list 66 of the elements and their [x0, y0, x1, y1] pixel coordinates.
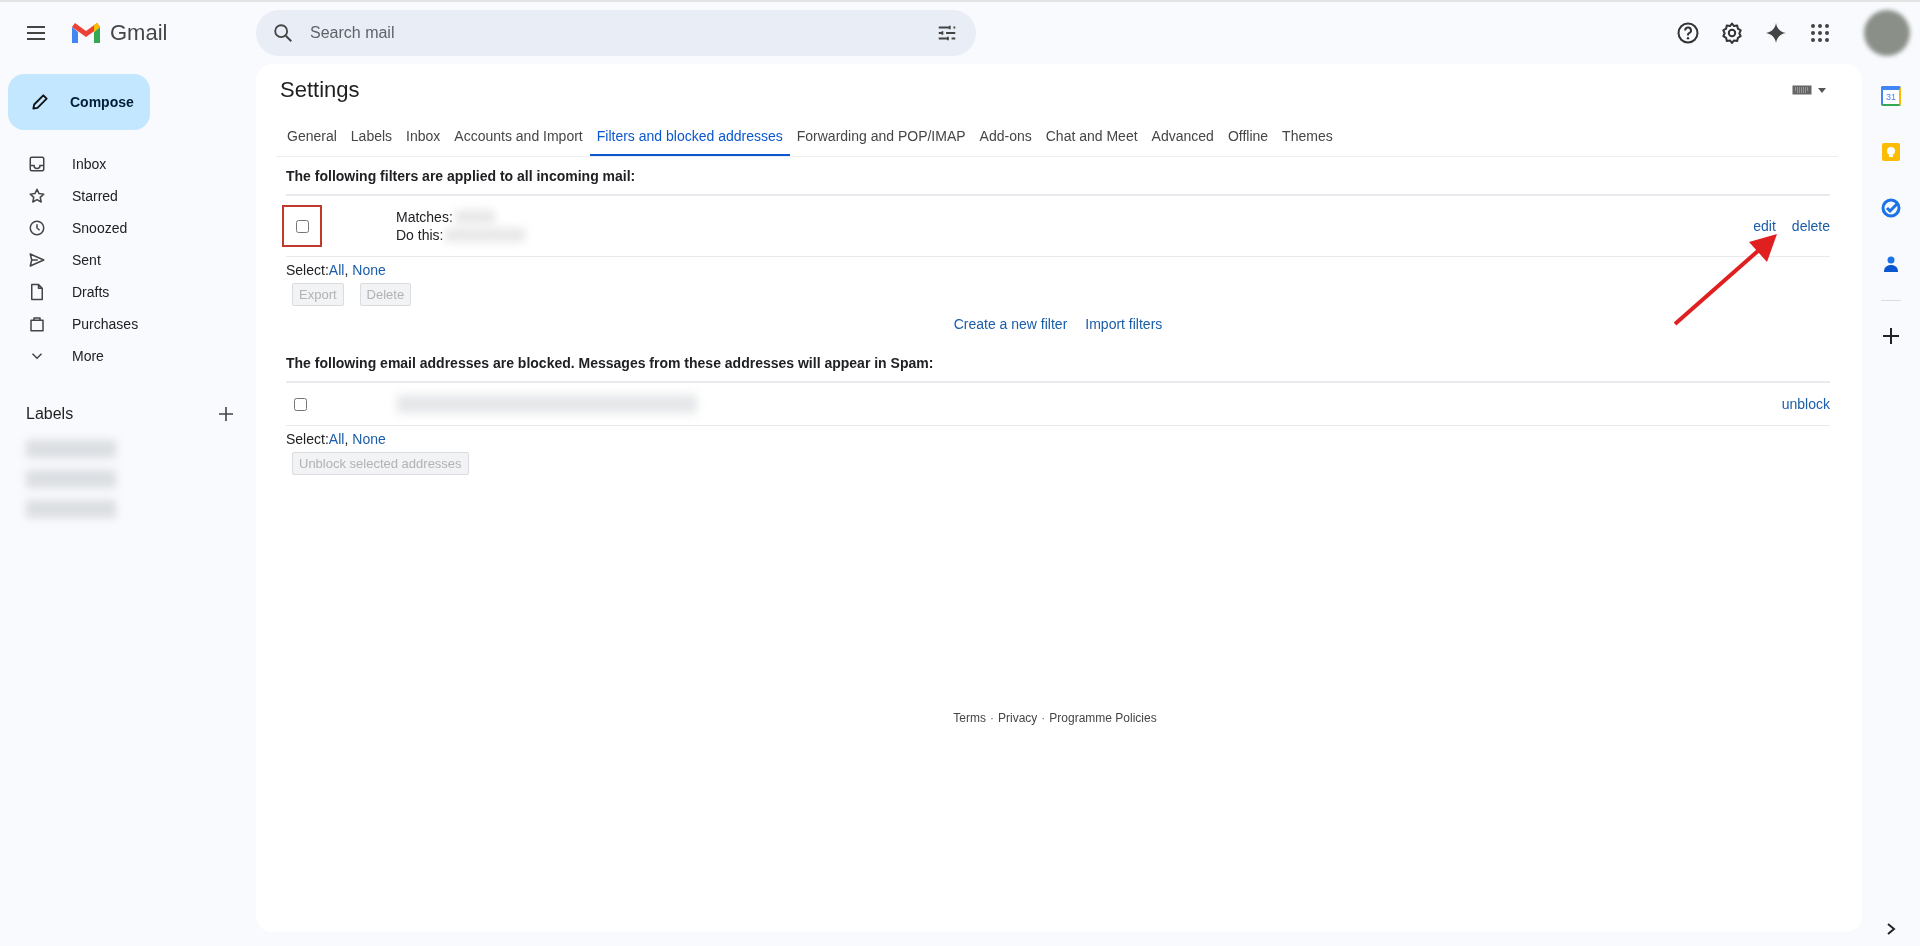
- pencil-icon: [30, 92, 50, 112]
- footer-link[interactable]: Programme Policies: [1049, 711, 1157, 725]
- labels-heading: Labels: [26, 405, 74, 423]
- settings-tab[interactable]: General: [280, 116, 344, 156]
- search-icon[interactable]: [272, 22, 294, 44]
- select-label: Select:: [286, 262, 329, 278]
- nav-item[interactable]: More: [0, 340, 240, 372]
- settings-tab[interactable]: Filters and blocked addresses: [589, 116, 790, 156]
- file-icon: [28, 283, 46, 301]
- matches-label: Matches:: [396, 209, 453, 225]
- app-name: Gmail: [110, 20, 168, 46]
- mail-logo-icon[interactable]: [70, 21, 102, 45]
- address-checkbox[interactable]: [294, 397, 307, 411]
- settings-tab[interactable]: Chat and Meet: [1038, 116, 1145, 156]
- send-icon: [28, 251, 46, 269]
- nav-item[interactable]: Inbox: [0, 148, 240, 180]
- section-heading: The following filters are applied to all incoming mail:: [286, 157, 1830, 196]
- chevron-right-icon[interactable]: [1885, 922, 1897, 936]
- plus-icon[interactable]: [1882, 327, 1900, 345]
- nav-item[interactable]: Starred: [0, 180, 240, 212]
- nav-item[interactable]: Sent: [0, 244, 240, 276]
- person-icon[interactable]: [1881, 254, 1901, 274]
- delete-link[interactable]: delete: [1791, 218, 1830, 234]
- calendar-icon[interactable]: 31: [1881, 86, 1901, 106]
- settings-tab[interactable]: Advanced: [1144, 116, 1221, 156]
- help-icon[interactable]: [1676, 21, 1700, 45]
- comma-separator: ,: [344, 431, 349, 447]
- select-label: Select:: [286, 431, 329, 447]
- clock-icon: [28, 219, 46, 237]
- apps-grid-icon[interactable]: [1808, 21, 1832, 45]
- shopping-bag-icon: [28, 315, 46, 333]
- nav-item[interactable]: Purchases: [0, 308, 240, 340]
- unblock-link[interactable]: unblock: [1781, 396, 1830, 412]
- search-field[interactable]: Search mail: [308, 23, 922, 43]
- nav-item[interactable]: Snoozed: [0, 212, 240, 244]
- caret-icon[interactable]: [1818, 87, 1826, 93]
- settings-tab[interactable]: Themes: [1275, 116, 1340, 156]
- settings-tab[interactable]: Accounts and Import: [447, 116, 590, 156]
- action-label: Do this:: [396, 227, 444, 243]
- select-none-link[interactable]: None: [352, 262, 386, 278]
- footer-separator: ·: [989, 711, 994, 725]
- filter-checkbox[interactable]: [295, 219, 309, 233]
- select-none-link[interactable]: None: [352, 431, 386, 447]
- search-bar[interactable]: Search mail: [256, 10, 976, 56]
- settings-tab[interactable]: Offline: [1220, 116, 1276, 156]
- nav-item[interactable]: Drafts: [0, 276, 240, 308]
- section-heading: The following email addresses are blocked. Messages from these addresses will appear in Spam:: [286, 344, 1830, 383]
- settings-tab[interactable]: Inbox: [399, 116, 448, 156]
- comma-separator: ,: [344, 262, 349, 278]
- settings-tab[interactable]: Forwarding and POP/IMAP: [789, 116, 973, 156]
- settings-tab[interactable]: Add-ons: [972, 116, 1039, 156]
- page-title: Settings: [280, 77, 360, 103]
- settings-tab[interactable]: Labels: [343, 116, 400, 156]
- inbox-icon: [28, 155, 46, 173]
- tasks-check-icon[interactable]: [1881, 198, 1901, 218]
- footer-link[interactable]: Terms: [953, 711, 986, 725]
- compose-button[interactable]: Compose: [8, 74, 150, 130]
- edit-link[interactable]: edit: [1753, 218, 1776, 234]
- settings-icon[interactable]: [1720, 21, 1744, 45]
- avatar[interactable]: [1864, 10, 1910, 56]
- footer-separator: ·: [1041, 711, 1046, 725]
- filter-link[interactable]: Create a new filter: [953, 316, 1068, 332]
- star-icon: [28, 187, 46, 205]
- filter-link[interactable]: Import filters: [1085, 316, 1163, 332]
- keyboard-icon[interactable]: [1792, 85, 1812, 95]
- footer-link[interactable]: Privacy: [997, 711, 1038, 725]
